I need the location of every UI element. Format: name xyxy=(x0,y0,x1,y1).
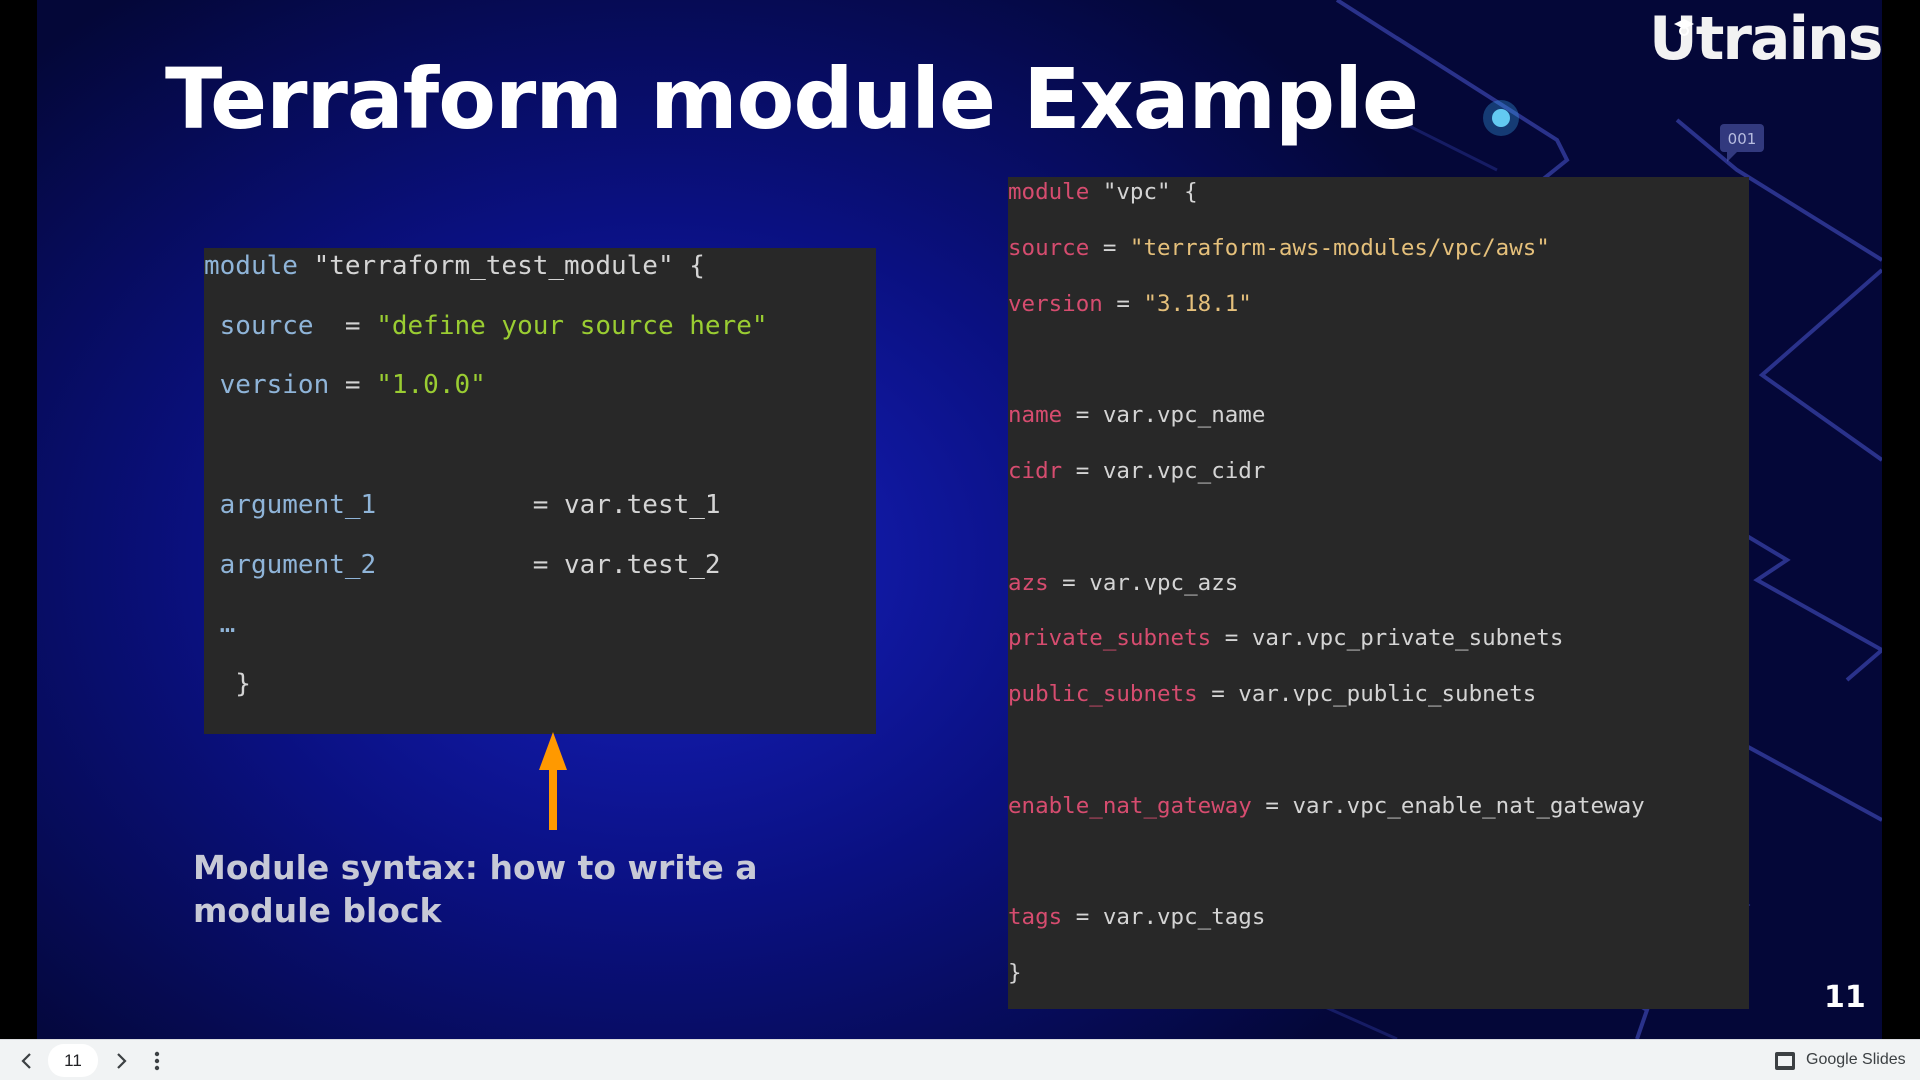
google-slides-label: Google Slides xyxy=(1806,1051,1906,1068)
code-line: source = "define your source here" xyxy=(204,311,768,341)
slide-title: Terraform module Example xyxy=(165,50,1419,148)
code-line: argument_1 = var.test_1 xyxy=(204,490,721,520)
code-line: version = "3.18.1" xyxy=(1008,291,1252,317)
code-line: version = "1.0.0" xyxy=(204,370,486,400)
code-line: public_subnets = var.vpc_public_subnets xyxy=(1008,681,1536,707)
caption: Module syntax: how to write a module blo… xyxy=(193,848,758,930)
code-line: module "terraform_test_module" { xyxy=(204,251,705,281)
code-token: = xyxy=(329,370,377,401)
code-token: = var.vpc_cidr xyxy=(1062,458,1266,484)
code-token: = var.test_1 xyxy=(376,489,721,520)
code-line: } xyxy=(204,669,251,699)
code-token: … xyxy=(204,609,236,640)
code-token: "3.18.1" xyxy=(1143,290,1252,317)
code-token: source xyxy=(204,310,314,341)
code-line: azs = var.vpc_azs xyxy=(1008,570,1238,596)
chevron-right-icon[interactable] xyxy=(108,1048,134,1074)
code-token: "1.0.0" xyxy=(376,370,486,401)
code-token: enable_nat_gateway xyxy=(1008,792,1252,819)
slide-viewport: 001 Terraform module Example Utrains mod… xyxy=(0,0,1920,1039)
code-block-vpc-module: module "vpc" { source = "terraform-aws-mo… xyxy=(1008,177,1749,1009)
code-token: } xyxy=(204,668,251,699)
code-line: source = "terraform-aws-modules/vpc/aws" xyxy=(1008,235,1550,261)
code-line: cidr = var.vpc_cidr xyxy=(1008,458,1265,484)
code-line: module "vpc" { xyxy=(1008,179,1198,205)
arrow-up-icon xyxy=(539,732,567,830)
page-number-input[interactable]: 11 xyxy=(48,1044,98,1077)
slide-number: 11 xyxy=(1824,980,1866,1015)
code-token: version xyxy=(1008,290,1103,317)
code-token: = var.vpc_enable_nat_gateway xyxy=(1251,792,1645,819)
code-token: = xyxy=(1102,290,1144,317)
code-line: … xyxy=(204,609,236,640)
slide: 001 Terraform module Example Utrains mod… xyxy=(37,0,1882,1039)
code-token: = xyxy=(1089,234,1130,261)
code-line: private_subnets = var.vpc_private_subnet… xyxy=(1008,625,1563,651)
code-line: tags = var.vpc_tags xyxy=(1008,904,1265,930)
code-token: = var.vpc_name xyxy=(1062,402,1266,429)
code-line: argument_2 = var.test_2 xyxy=(204,550,721,580)
slides-logo-icon xyxy=(1775,1052,1795,1070)
code-token: public_subnets xyxy=(1008,681,1198,708)
code-token: module xyxy=(204,251,298,281)
code-line: enable_nat_gateway = var.vpc_enable_nat_… xyxy=(1008,793,1645,819)
badge-text: 001 xyxy=(1727,130,1757,148)
code-line: } xyxy=(1008,960,1022,986)
code-token: version xyxy=(204,370,330,401)
presentation-toolbar: 11 Google Slides xyxy=(0,1039,1920,1080)
more-vert-icon[interactable] xyxy=(144,1048,170,1074)
code-token: argument_2 xyxy=(204,549,377,580)
code-token: private_subnets xyxy=(1008,625,1212,652)
code-token: module xyxy=(1008,179,1090,205)
code-token: "terraform-aws-modules/vpc/aws" xyxy=(1129,234,1550,261)
code-token: = var.vpc_public_subnets xyxy=(1197,681,1537,708)
code-token: "terraform_test_module" { xyxy=(297,251,705,281)
code-token: source xyxy=(1008,234,1090,261)
code-token: = var.vpc_tags xyxy=(1062,904,1266,931)
code-token: } xyxy=(1008,960,1022,987)
code-token: "vpc" { xyxy=(1089,179,1198,205)
code-token: tags xyxy=(1008,904,1063,931)
code-token: cidr xyxy=(1008,458,1063,484)
chevron-left-icon[interactable] xyxy=(14,1048,40,1074)
code-token: "define your source here" xyxy=(376,310,768,341)
code-token: = var.test_2 xyxy=(376,549,721,580)
code-token: = var.vpc_private_subnets xyxy=(1211,625,1564,652)
code-token: name xyxy=(1008,402,1063,429)
code-line: name = var.vpc_name xyxy=(1008,402,1265,428)
code-token: azs xyxy=(1008,569,1049,596)
code-block-module-syntax: module "terraform_test_module" { source … xyxy=(204,248,876,734)
utrains-logo: Utrains xyxy=(1649,4,1882,74)
graduation-cap-icon xyxy=(1674,19,1694,36)
code-token: = var.vpc_azs xyxy=(1048,569,1239,596)
code-token: argument_1 xyxy=(204,489,377,520)
code-token: = xyxy=(313,310,377,341)
